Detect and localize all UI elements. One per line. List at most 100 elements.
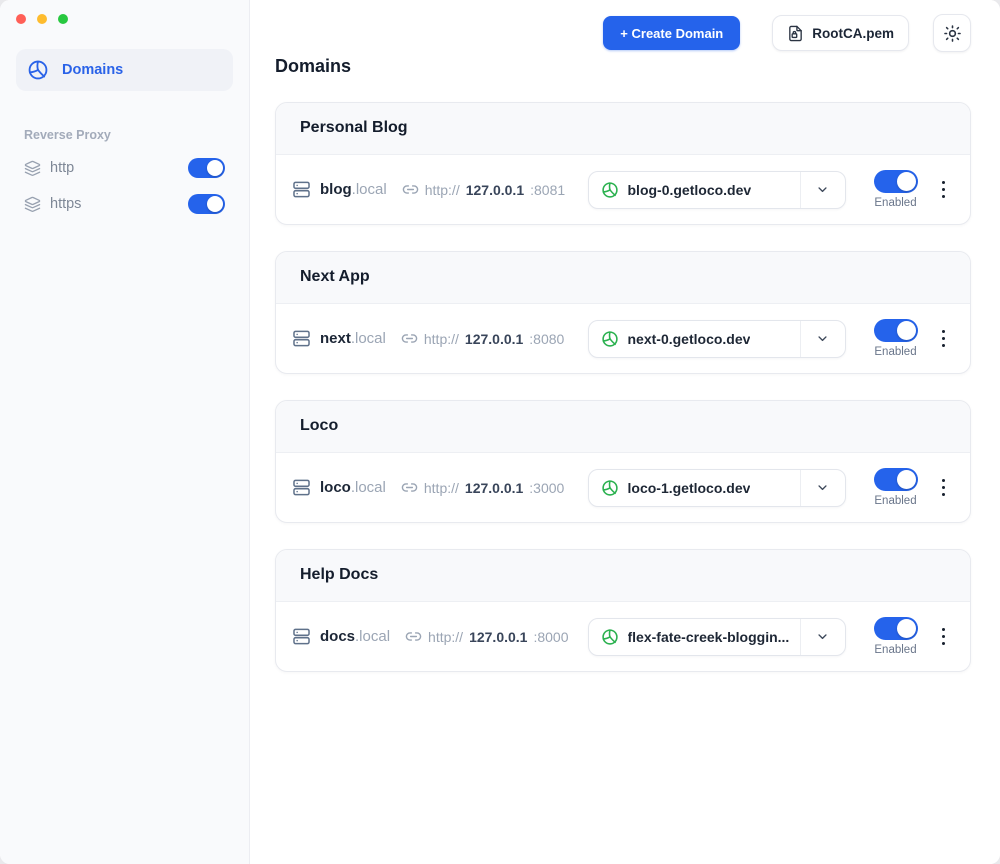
domain-card-title: Loco [300,417,338,434]
domain-card-header: Loco [276,401,970,453]
window-controls [16,13,233,24]
domain-enabled-control: Enabled [874,170,918,209]
kebab-menu-button[interactable] [939,326,949,352]
local-domain-tld: .local [352,181,387,198]
url-ip: 127.0.0.1 [465,331,523,347]
public-domain-select[interactable]: next-0.getloco.dev [588,320,846,358]
local-domain-tld: .local [351,479,386,496]
local-domain-tld: .local [355,628,390,645]
domain-status-label: Enabled [874,197,916,209]
sidebar-item-domains[interactable]: Domains [16,49,233,91]
url-ip: 127.0.0.1 [466,182,524,198]
local-domain-tld: .local [351,330,386,347]
layers-icon [24,196,41,213]
public-domain-select[interactable]: loco-1.getloco.dev [588,469,846,507]
app-window: Domains Reverse Proxy http https [0,0,1000,864]
public-domain-value: next-0.getloco.dev [589,330,800,348]
public-domain-text: loco-1.getloco.dev [628,480,751,496]
rootca-button-label: RootCA.pem [812,26,894,41]
link-icon [401,479,420,496]
public-domain-value: flex-fate-creek-bloggin... [589,628,800,646]
upstream-url: http:// 127.0.0.1 :8000 [405,628,568,645]
domain-card-body: docs.local http:// 127.0.0.1 :8000 [276,602,970,671]
domain-enabled-toggle[interactable] [874,319,918,342]
server-icon [292,478,311,497]
link-icon [405,628,424,645]
local-domain: next.local [320,330,386,348]
kebab-menu-button[interactable] [939,475,949,501]
minimize-window-button[interactable] [37,14,47,24]
kebab-menu-button[interactable] [939,177,949,203]
domain-card: Next App next.local [275,251,971,374]
green-globe-icon [601,628,619,646]
url-scheme: http:// [428,629,463,645]
public-domain-text: next-0.getloco.dev [628,331,751,347]
domain-enabled-toggle[interactable] [874,468,918,491]
green-globe-icon [601,330,619,348]
create-domain-button[interactable]: + Create Domain [603,16,740,50]
domain-enabled-toggle[interactable] [874,617,918,640]
chevron-down-icon[interactable] [800,321,845,357]
green-globe-icon [601,181,619,199]
public-domain-value: blog-0.getloco.dev [589,181,800,199]
domain-status-label: Enabled [874,644,916,656]
theme-toggle-button[interactable] [933,14,971,52]
topbar: + Create Domain RootCA.pem [275,14,971,52]
chevron-down-icon[interactable] [800,470,845,506]
sidebar-item-proxy[interactable]: http [16,158,233,178]
reverse-proxy-list: http https [16,158,233,214]
proxy-enabled-toggle[interactable] [188,158,225,178]
domain-card-list: Personal Blog blog.local [275,102,971,672]
url-ip: 127.0.0.1 [469,629,527,645]
layers-icon [24,160,41,177]
proxy-label: http [50,160,74,176]
domain-card: Personal Blog blog.local [275,102,971,225]
file-lock-icon [787,25,804,42]
domain-card: Help Docs docs.local [275,549,971,672]
upstream-url: http:// 127.0.0.1 :8081 [402,181,565,198]
domain-card-body: loco.local http:// 127.0.0.1 :3000 [276,453,970,522]
upstream-url: http:// 127.0.0.1 :3000 [401,479,564,496]
chevron-down-icon[interactable] [800,172,845,208]
public-domain-text: blog-0.getloco.dev [628,182,752,198]
proxy-enabled-toggle[interactable] [188,194,225,214]
local-domain: blog.local [320,181,387,199]
url-port: :8000 [533,629,568,645]
sidebar-item-proxy[interactable]: https [16,194,233,214]
domain-enabled-toggle[interactable] [874,170,918,193]
sidebar: Domains Reverse Proxy http https [0,0,250,864]
domain-status-label: Enabled [874,346,916,358]
kebab-menu-button[interactable] [939,624,949,650]
domain-enabled-control: Enabled [874,468,918,507]
domain-card-header: Help Docs [276,550,970,602]
local-domain-host: docs [320,628,355,645]
globe-icon [27,59,49,81]
link-icon [401,330,420,347]
local-domain-host: blog [320,181,352,198]
sun-icon [943,24,962,43]
reverse-proxy-section-label: Reverse Proxy [24,128,233,142]
domain-card-title: Help Docs [300,566,378,583]
domain-enabled-control: Enabled [874,617,918,656]
rootca-button[interactable]: RootCA.pem [772,15,909,51]
chevron-down-icon[interactable] [800,619,845,655]
domain-card: Loco loco.local [275,400,971,523]
proxy-label: https [50,196,81,212]
public-domain-select[interactable]: blog-0.getloco.dev [588,171,846,209]
server-icon [292,627,311,646]
domain-enabled-control: Enabled [874,319,918,358]
close-window-button[interactable] [16,14,26,24]
public-domain-select[interactable]: flex-fate-creek-bloggin... [588,618,846,656]
domain-card-title: Next App [300,268,370,285]
local-domain-host: next [320,330,351,347]
page-title: Domains [275,56,971,76]
zoom-window-button[interactable] [58,14,68,24]
upstream-url: http:// 127.0.0.1 :8080 [401,330,564,347]
server-icon [292,180,311,199]
domain-card-header: Next App [276,252,970,304]
url-scheme: http:// [424,480,459,496]
local-domain-host: loco [320,479,351,496]
url-port: :8081 [530,182,565,198]
public-domain-value: loco-1.getloco.dev [589,479,800,497]
link-icon [402,181,421,198]
